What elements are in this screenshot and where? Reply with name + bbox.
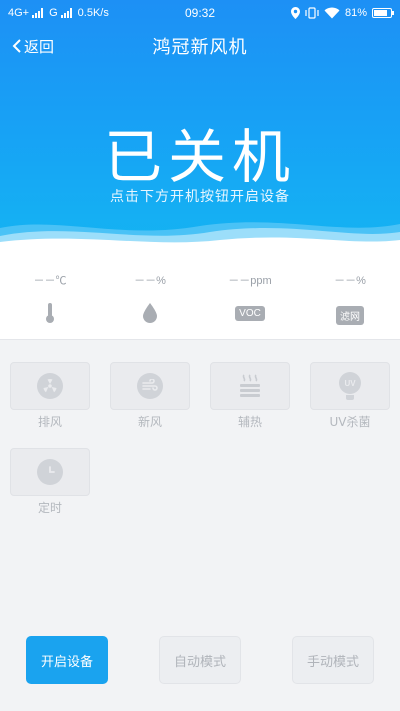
status-left: 4G+ G 0.5K/s <box>8 7 158 19</box>
timer-label: 定时 <box>37 501 62 515</box>
status-bar: 4G+ G 0.5K/s 09:32 81% <box>0 0 400 26</box>
uv-lamp-icon: UV <box>339 372 361 400</box>
status-right: 81% <box>242 7 394 19</box>
filter-icon: 滤网 <box>336 306 364 325</box>
network-type-1: 4G+ <box>8 7 30 19</box>
location-icon <box>290 7 300 19</box>
signal-icon <box>32 8 44 18</box>
reading-humidity: －－% <box>100 250 200 340</box>
wifi-icon <box>324 7 340 19</box>
humidity-value: －－% <box>134 275 166 287</box>
voc-icon: VOC <box>235 306 265 321</box>
nav-bar: 返回 鸿冠新风机 <box>0 30 400 62</box>
thermometer-icon <box>46 303 54 323</box>
temperature-value: －－℃ <box>33 275 67 287</box>
power-on-button[interactable]: 开启设备 <box>26 636 108 684</box>
reading-filter: －－% 滤网 <box>300 250 400 340</box>
manual-mode-button[interactable]: 手动模式 <box>292 636 374 684</box>
signal-icon-2 <box>60 8 72 18</box>
reading-temperature: －－℃ <box>0 250 100 340</box>
fresh-air-label: 新风 <box>137 415 162 429</box>
back-button[interactable]: 返回 <box>12 36 54 57</box>
back-label: 返回 <box>24 37 55 56</box>
uv-sterilize-label: UV杀菌 <box>329 415 371 429</box>
sensor-readings: －－℃ －－% －－ppm VOC －－% 滤网 <box>0 250 400 340</box>
voc-value: －－ppm <box>228 275 272 287</box>
power-state-text: 已关机 <box>103 123 296 191</box>
vibrate-icon <box>305 7 319 19</box>
page-title: 鸿冠新风机 <box>152 37 248 58</box>
fresh-air-icon <box>137 373 163 399</box>
network-speed: 0.5K/s <box>77 7 109 19</box>
timer-button[interactable] <box>10 448 90 496</box>
wave-decoration <box>0 222 400 250</box>
battery-icon <box>372 8 394 18</box>
uv-icon-text: UV <box>339 372 361 394</box>
aux-heat-button[interactable] <box>210 362 290 410</box>
water-drop-icon <box>143 303 157 323</box>
exhaust-label: 排风 <box>37 415 62 429</box>
heater-icon <box>240 374 260 397</box>
aux-heat-label: 辅热 <box>237 415 262 429</box>
network-type-2: G <box>49 7 58 19</box>
exhaust-fan-icon <box>37 373 63 399</box>
exhaust-button[interactable] <box>10 362 90 410</box>
header-hero: 4G+ G 0.5K/s 09:32 81% 返回 鸿冠新风机 已关机 点击下方… <box>0 0 400 250</box>
clock-icon <box>37 459 63 485</box>
reading-voc: －－ppm VOC <box>200 250 300 340</box>
uv-sterilize-button[interactable]: UV <box>310 362 390 410</box>
chevron-left-icon <box>12 39 21 53</box>
filter-value: －－% <box>334 275 366 287</box>
clock: 09:32 <box>184 6 216 20</box>
fresh-air-button[interactable] <box>110 362 190 410</box>
auto-mode-button[interactable]: 自动模式 <box>159 636 241 684</box>
power-hint-text: 点击下方开机按钮开启设备 <box>110 189 290 205</box>
battery-percent: 81% <box>344 7 367 19</box>
